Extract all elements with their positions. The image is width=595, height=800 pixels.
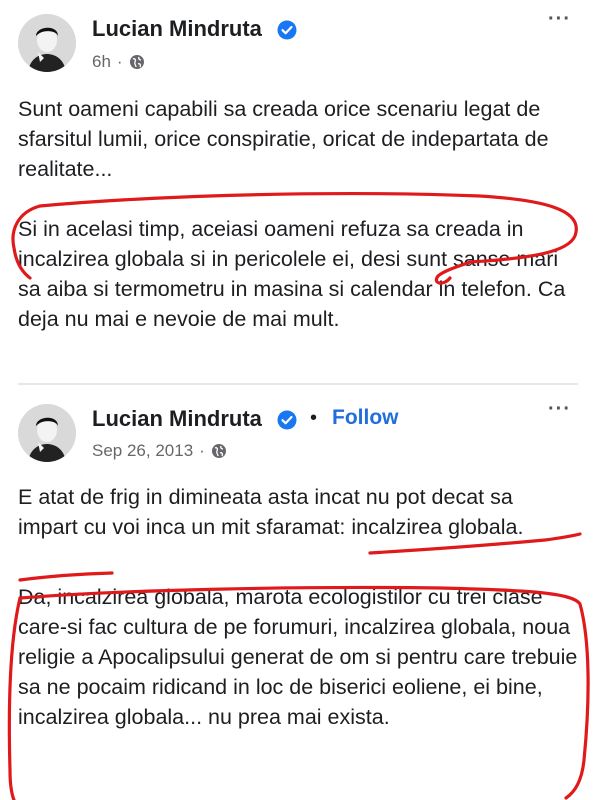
post-paragraph: Da, incalzirea globala, marota ecologist… bbox=[18, 585, 578, 729]
author-name[interactable]: Lucian Mindruta bbox=[92, 406, 262, 432]
follow-button[interactable]: Follow bbox=[332, 406, 399, 430]
follow-separator: • bbox=[310, 407, 318, 429]
post-meta: Sep 26, 2013 · bbox=[92, 441, 227, 461]
meta-separator: · bbox=[116, 52, 123, 71]
post-paragraph: Si in acelasi timp, aceiasi oameni refuz… bbox=[18, 217, 566, 331]
post-paragraph: E atat de frig in dimineata asta incat n… bbox=[18, 485, 524, 539]
more-options-icon[interactable]: ··· bbox=[548, 8, 571, 31]
post-paragraph: Sunt oameni capabili sa creada orice sce… bbox=[18, 97, 549, 181]
timestamp[interactable]: 6h bbox=[92, 52, 111, 72]
verified-badge-icon bbox=[277, 20, 297, 40]
post-body: E atat de frig in dimineata asta incat n… bbox=[18, 482, 578, 732]
meta-separator: · bbox=[199, 441, 205, 460]
post-meta: 6h · bbox=[92, 52, 145, 72]
author-name[interactable]: Lucian Mindruta bbox=[92, 16, 262, 42]
avatar[interactable] bbox=[18, 404, 76, 462]
post-divider bbox=[18, 383, 578, 385]
avatar[interactable] bbox=[18, 14, 76, 72]
globe-icon bbox=[211, 444, 226, 458]
globe-icon bbox=[129, 55, 144, 69]
post-body: Sunt oameni capabili sa creada orice sce… bbox=[18, 94, 578, 334]
more-options-icon[interactable]: ··· bbox=[548, 398, 571, 421]
verified-badge-icon bbox=[277, 410, 297, 430]
timestamp[interactable]: Sep 26, 2013 bbox=[92, 441, 193, 461]
